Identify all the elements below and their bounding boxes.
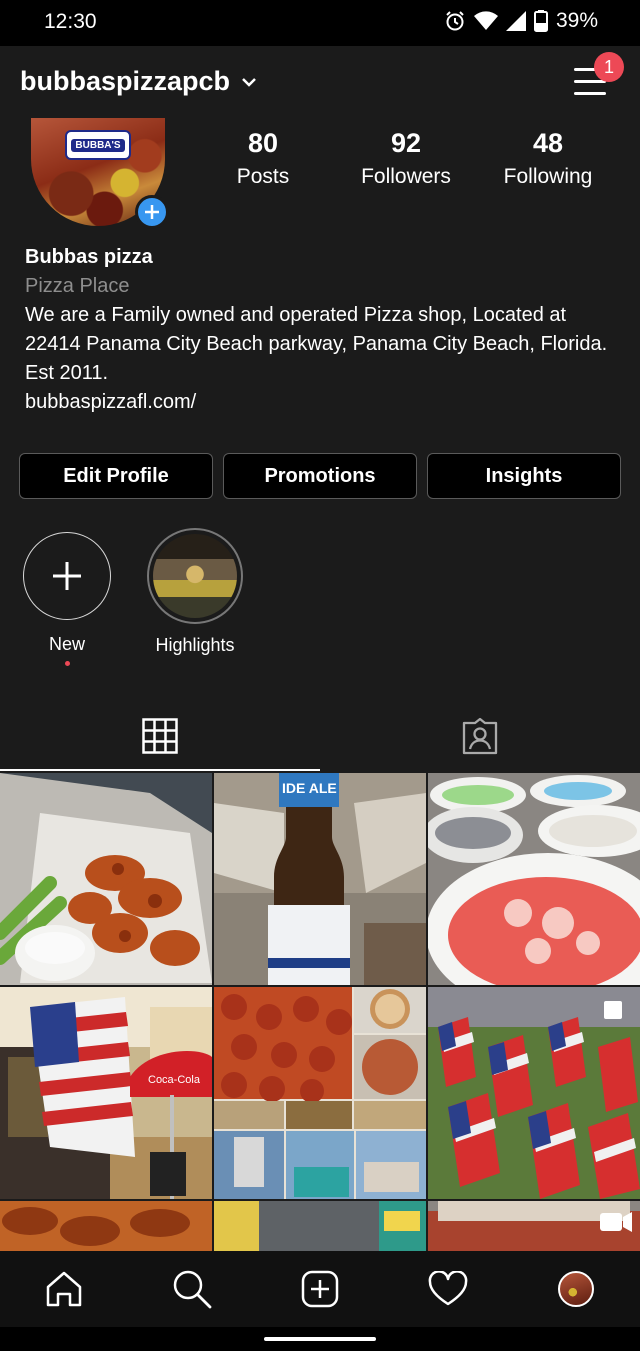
menu-icon-bar xyxy=(574,92,606,95)
nav-home[interactable] xyxy=(34,1259,94,1319)
new-indicator-dot xyxy=(64,661,70,666)
post-thumbnail[interactable] xyxy=(428,773,640,985)
plus-icon xyxy=(145,205,159,219)
business-logo: BUBBA'S xyxy=(65,130,131,160)
home-icon xyxy=(46,1271,82,1307)
promotions-button[interactable]: Promotions xyxy=(223,453,417,499)
status-bar: 12:30 39% xyxy=(0,0,640,46)
posts-grid: IDE ALE Coca-Cola xyxy=(0,773,640,1251)
search-icon xyxy=(173,1270,212,1309)
tab-grid[interactable] xyxy=(0,700,320,772)
post-thumbnail[interactable] xyxy=(428,1201,640,1251)
post-thumbnail[interactable] xyxy=(0,773,212,985)
active-tab-indicator xyxy=(0,769,320,771)
post-thumbnail[interactable] xyxy=(214,1201,426,1251)
new-story-ring xyxy=(23,532,111,620)
battery-percent: 39% xyxy=(555,9,598,32)
stat-value: 80 xyxy=(247,128,279,158)
profile-tabs xyxy=(0,700,640,772)
stat-value: 92 xyxy=(390,128,422,158)
nav-profile[interactable] xyxy=(546,1259,606,1319)
profile-avatar xyxy=(558,1271,594,1307)
signal-icon xyxy=(505,11,526,31)
chevron-down-icon xyxy=(242,77,256,87)
bottom-navigation xyxy=(0,1251,640,1327)
stat-label: Following xyxy=(503,165,593,188)
gesture-bar xyxy=(0,1327,640,1351)
tagged-icon xyxy=(462,717,498,755)
stat-value: 48 xyxy=(532,128,564,158)
tab-tagged[interactable] xyxy=(320,700,640,772)
post-thumbnail[interactable] xyxy=(428,987,640,1199)
edit-profile-button[interactable]: Edit Profile xyxy=(19,453,213,499)
post-thumbnail[interactable] xyxy=(214,987,426,1199)
wifi-icon xyxy=(473,11,498,30)
battery-icon xyxy=(533,10,548,32)
post-thumbnail[interactable]: IDE ALE xyxy=(214,773,426,985)
display-name: Bubbas pizza xyxy=(25,246,153,268)
nav-search[interactable] xyxy=(162,1259,222,1319)
username: bubbaspizzapcb xyxy=(20,66,231,96)
grid-icon xyxy=(142,718,178,754)
status-time: 12:30 xyxy=(44,10,97,33)
home-indicator[interactable] xyxy=(264,1337,376,1341)
stat-label: Posts xyxy=(236,165,290,188)
story-label: New xyxy=(48,634,85,654)
video-icon xyxy=(600,1212,632,1232)
logo-text: BUBBA'S xyxy=(71,139,125,152)
post-thumbnail[interactable] xyxy=(0,1201,212,1251)
highlight-story[interactable]: Highlights xyxy=(145,528,245,656)
stat-label: Followers xyxy=(361,165,451,188)
category-label: Pizza Place xyxy=(25,275,130,297)
story-label: Highlights xyxy=(155,635,235,655)
new-story[interactable]: New xyxy=(17,532,117,666)
posts-count[interactable]: 80 Posts xyxy=(193,128,333,189)
following-count[interactable]: 48 Following xyxy=(478,128,618,189)
menu-icon-bar xyxy=(574,80,606,83)
new-post-icon xyxy=(301,1270,339,1308)
insights-button[interactable]: Insights xyxy=(427,453,621,499)
heart-icon xyxy=(428,1271,468,1306)
add-story-button[interactable] xyxy=(135,195,169,229)
status-icons: 39% xyxy=(444,9,598,33)
nav-new-post[interactable] xyxy=(290,1259,350,1319)
post-thumbnail[interactable]: Coca-Cola xyxy=(0,987,212,1199)
plus-icon xyxy=(53,562,81,590)
followers-count[interactable]: 92 Followers xyxy=(336,128,476,189)
svg-text:IDE ALE: IDE ALE xyxy=(282,780,337,796)
svg-text:Coca-Cola: Coca-Cola xyxy=(148,1074,201,1086)
profile-bio: Bubbas pizza Pizza Place We are a Family… xyxy=(25,243,625,417)
nav-activity[interactable] xyxy=(418,1259,478,1319)
alarm-icon xyxy=(446,11,464,31)
notification-badge: 1 xyxy=(594,52,624,82)
account-switcher[interactable]: bubbaspizzapcb xyxy=(20,66,256,97)
highlight-ring xyxy=(147,528,243,624)
highlight-thumbnail xyxy=(153,534,237,618)
profile-header: bubbaspizzapcb 1 xyxy=(0,46,640,116)
bio-text: We are a Family owned and operated Pizza… xyxy=(25,304,608,384)
website-link[interactable]: bubbaspizzafl.com/ xyxy=(25,388,625,417)
